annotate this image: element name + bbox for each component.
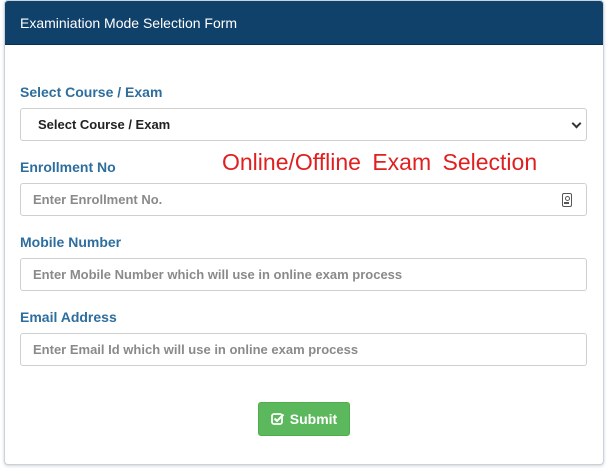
id-card-icon [562, 193, 572, 207]
submit-label: Submit [289, 411, 338, 427]
email-placeholder: Enter Email Id which will use in online … [33, 342, 359, 357]
course-select-value: Select Course / Exam [38, 117, 171, 132]
course-select[interactable]: Select Course / Exam [20, 108, 587, 141]
email-input[interactable]: Enter Email Id which will use in online … [20, 333, 587, 366]
enrollment-placeholder: Enter Enrollment No. [33, 192, 163, 207]
enrollment-label: Enrollment No [20, 159, 116, 175]
mobile-input[interactable]: Enter Mobile Number which will use in on… [20, 258, 587, 291]
email-label: Email Address [20, 309, 117, 325]
exam-mode-form-panel: Examiniation Mode Selection Form Select … [4, 0, 604, 465]
exam-selection-annotation: Online/Offline Exam Selection [222, 149, 538, 175]
mobile-placeholder: Enter Mobile Number which will use in on… [33, 267, 403, 282]
course-label: Select Course / Exam [20, 84, 163, 100]
panel-header-title: Examiniation Mode Selection Form [5, 1, 603, 45]
chevron-down-icon [571, 118, 582, 129]
submit-button[interactable]: Submit [258, 402, 350, 436]
enrollment-input[interactable]: Enter Enrollment No. [20, 183, 587, 216]
check-square-icon [270, 413, 284, 425]
mobile-label: Mobile Number [20, 234, 122, 250]
